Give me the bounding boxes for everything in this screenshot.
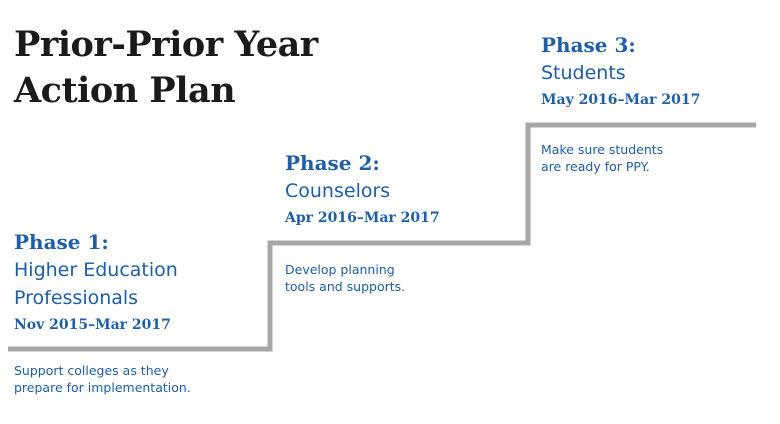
phase-2-description-line-1: Develop planning [285, 262, 395, 277]
phase-3-description-line-1: Make sure students [541, 142, 664, 157]
phase-1-dates: Nov 2015–Mar 2017 [14, 317, 171, 333]
phase-3-description: Make sure students are ready for PPY. [541, 141, 663, 175]
phase-1-name-line-1: Higher Education [14, 259, 178, 281]
phase-2-dates: Apr 2016–Mar 2017 [285, 210, 440, 226]
phase-1-name-line-2: Professionals [14, 287, 139, 309]
phase-2-description: Develop planning tools and supports. [285, 261, 405, 295]
phase-1-description-line-1: Support colleges as they [14, 363, 169, 378]
phase-2-description-line-2: tools and supports. [285, 279, 406, 294]
phase-3-description-line-2: are ready for PPY. [541, 159, 650, 174]
phase-3-name: Students [541, 62, 626, 84]
phase-2-name: Counselors [285, 180, 391, 202]
phase-1-description-line-2: prepare for implementation. [14, 380, 191, 395]
phase-1-block: Phase 1: Higher Education Professionals … [14, 228, 178, 334]
phase-2-number: Phase 2: [285, 151, 380, 175]
phase-1-number: Phase 1: [14, 230, 109, 254]
phase-3-dates: May 2016–Mar 2017 [541, 92, 701, 108]
phase-1-description: Support colleges as they prepare for imp… [14, 362, 191, 396]
phase-2-block: Phase 2: Counselors Apr 2016–Mar 2017 [285, 149, 440, 227]
phase-3-number: Phase 3: [541, 33, 636, 57]
phase-3-block: Phase 3: Students May 2016–Mar 2017 [541, 31, 700, 109]
